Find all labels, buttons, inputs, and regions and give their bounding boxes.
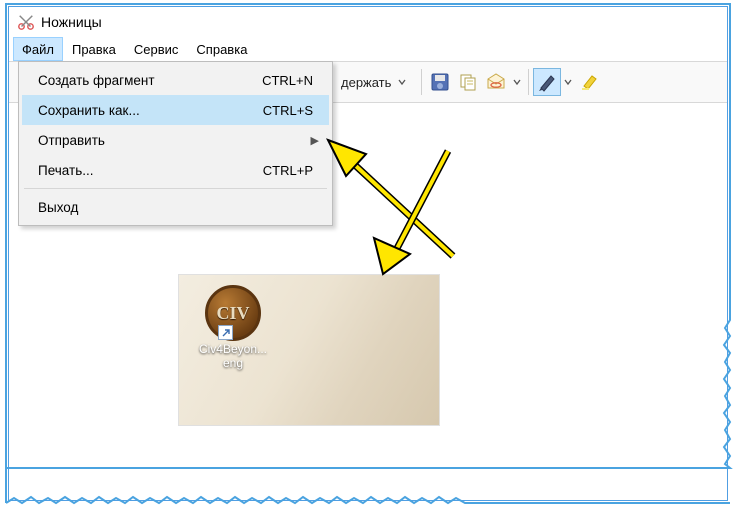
highlighter-button[interactable] [575,68,603,96]
file-menu-dropdown: Создать фрагмент CTRL+N Сохранить как...… [18,61,333,226]
highlighter-icon [579,72,599,92]
shortcut-arrow-icon [218,325,233,340]
menu-separator [24,188,327,189]
save-button[interactable] [426,68,454,96]
menu-item-new[interactable]: Создать фрагмент CTRL+N [22,65,329,95]
save-icon [430,72,450,92]
copy-icon [458,72,478,92]
desktop-shortcut: CIV Civ4Beyon... eng [193,285,273,371]
civ-icon-text: CIV [216,303,249,324]
delay-button-label: держать [341,75,391,90]
civ-icon: CIV [205,285,261,341]
toolbar-separator [421,69,422,95]
pen-button[interactable] [533,68,561,96]
menu-item-save-as[interactable]: Сохранить как... CTRL+S [22,95,329,125]
menu-edit[interactable]: Правка [63,37,125,61]
submenu-arrow-icon: ▶ [309,134,319,147]
app-title: Ножницы [41,14,102,30]
chevron-down-icon[interactable] [510,78,524,86]
menu-file[interactable]: Файл [13,37,63,61]
chevron-down-icon[interactable] [561,78,575,86]
menu-help[interactable]: Справка [187,37,256,61]
copy-button[interactable] [454,68,482,96]
icon-label: Civ4Beyon... eng [193,343,273,371]
menu-item-print[interactable]: Печать... CTRL+P [22,155,329,185]
titlebar: Ножницы [9,7,727,37]
menubar: Файл Правка Сервис Справка [9,37,727,61]
mail-icon [485,72,507,92]
pen-icon [537,72,557,92]
menu-tools[interactable]: Сервис [125,37,188,61]
mail-button[interactable] [482,68,510,96]
captured-snip: CIV Civ4Beyon... eng [179,275,439,425]
menu-item-send[interactable]: Отправить ▶ [22,125,329,155]
delay-button-partial[interactable]: держать [333,71,417,94]
toolbar-separator [528,69,529,95]
chevron-down-icon [395,78,409,86]
menu-item-exit[interactable]: Выход [22,192,329,222]
scissors-icon [17,13,35,31]
snipping-tool-window: Ножницы Файл Правка Сервис Справка держа… [8,6,728,501]
